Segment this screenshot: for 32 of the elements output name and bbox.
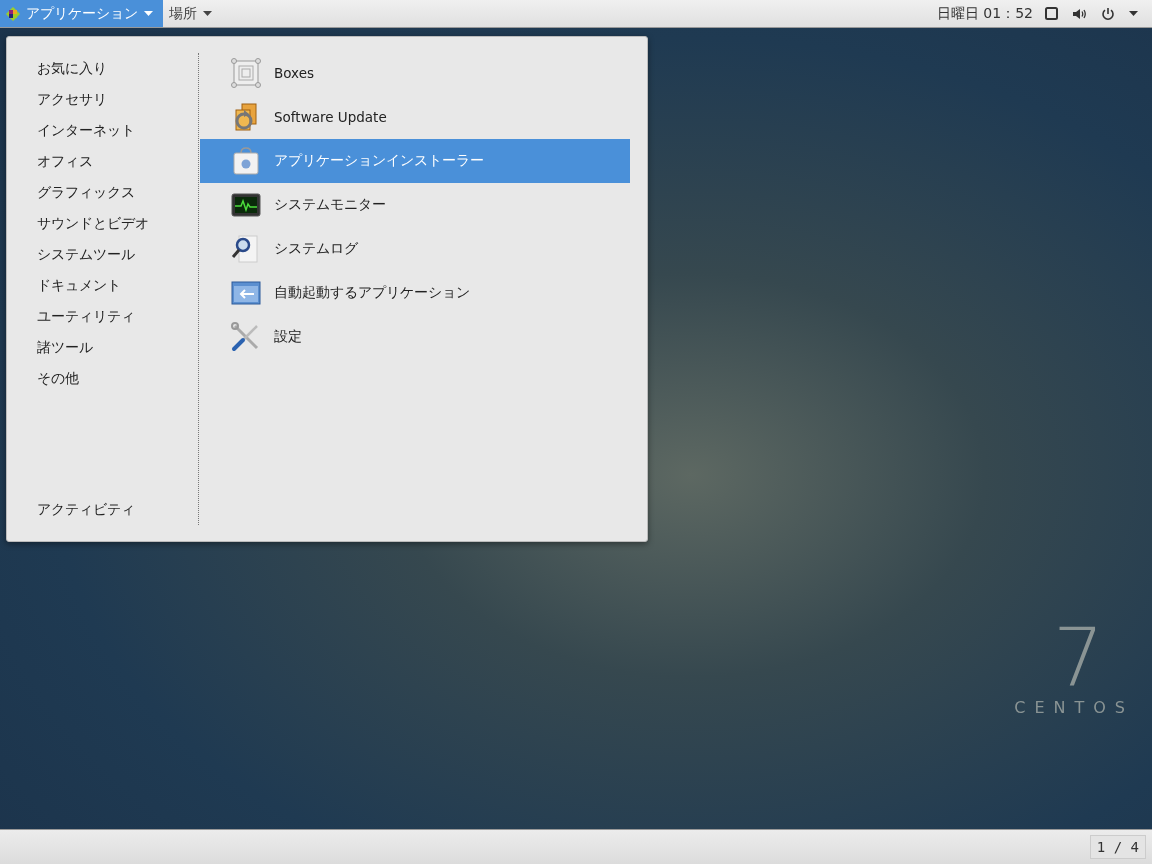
caret-icon[interactable] — [1129, 11, 1138, 16]
category-item[interactable]: オフィス — [37, 146, 198, 177]
wallpaper-version-text: 7 — [1053, 618, 1104, 698]
activities-item[interactable]: アクティビティ — [37, 494, 198, 525]
category-item[interactable]: システムツール — [37, 239, 198, 270]
category-item[interactable]: アクセサリ — [37, 84, 198, 115]
boxes-icon — [230, 57, 262, 89]
category-item[interactable]: サウンドとビデオ — [37, 208, 198, 239]
category-item[interactable]: お気に入り — [37, 53, 198, 84]
caret-icon — [144, 11, 153, 16]
logo-icon — [6, 6, 20, 21]
window-icon[interactable] — [1045, 7, 1058, 20]
places-menu[interactable]: 場所 — [163, 0, 222, 27]
workspace-indicator[interactable]: 1 / 4 — [1089, 835, 1146, 859]
category-item[interactable]: ドキュメント — [37, 270, 198, 301]
shopping-bag-icon — [230, 145, 262, 177]
category-item[interactable]: グラフィックス — [37, 177, 198, 208]
clock[interactable]: 日曜日 01：52 — [924, 0, 1045, 27]
caret-icon — [203, 11, 212, 16]
power-icon[interactable] — [1101, 6, 1115, 21]
category-item[interactable]: インターネット — [37, 115, 198, 146]
app-item[interactable]: システムモニター — [200, 183, 630, 227]
app-item[interactable]: 自動起動するアプリケーション — [200, 271, 630, 315]
wallpaper-brand-text: CENTOS — [1014, 698, 1134, 717]
category-item[interactable]: ユーティリティ — [37, 301, 198, 332]
volume-icon[interactable] — [1072, 7, 1087, 20]
app-item[interactable]: Boxes — [200, 51, 630, 95]
app-item[interactable]: Software Update — [200, 95, 630, 139]
app-item[interactable]: 設定 — [200, 315, 630, 359]
category-item[interactable]: 諸ツール — [37, 332, 198, 363]
category-item[interactable]: その他 — [37, 363, 198, 394]
app-item[interactable]: システムログ — [200, 227, 630, 271]
